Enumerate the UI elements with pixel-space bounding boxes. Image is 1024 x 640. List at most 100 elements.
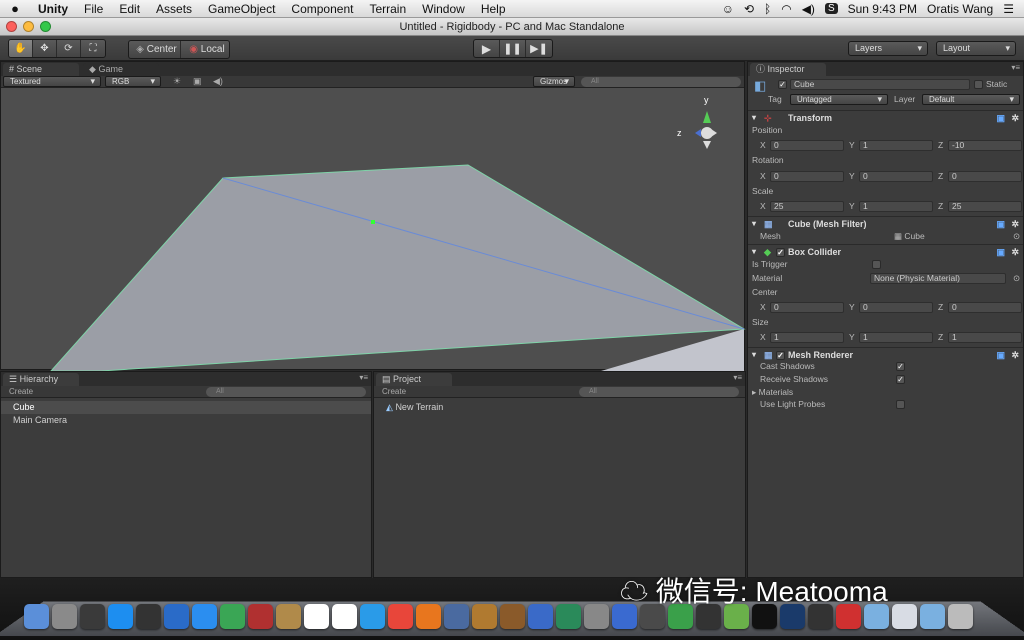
time-machine-icon[interactable]: ⟲ (744, 2, 754, 16)
wifi-icon[interactable]: ◠ (781, 2, 791, 16)
rotation-y-field[interactable]: 0 (859, 171, 933, 182)
foldout-arrow-icon[interactable]: ▾ (752, 348, 756, 362)
tab-inspector[interactable]: ⓘ Inspector (750, 63, 826, 76)
position-y-field[interactable]: 1 (859, 140, 933, 151)
mesh-renderer-enabled-checkbox[interactable]: ✓ (776, 351, 785, 360)
color-mode-dropdown[interactable]: RGB (105, 76, 161, 87)
help-icon[interactable]: ▣ (996, 217, 1005, 231)
rotation-x-field[interactable]: 0 (770, 171, 844, 182)
layout-dropdown[interactable]: Layout (936, 41, 1016, 56)
contacts-icon[interactable] (276, 604, 301, 629)
move-tool-icon[interactable]: ✥ (33, 40, 57, 57)
appstore-icon[interactable] (108, 604, 133, 629)
launchpad-icon[interactable] (52, 604, 77, 629)
dashboard-icon[interactable] (80, 604, 105, 629)
menu-file[interactable]: File (76, 2, 111, 16)
mesh-renderer-header[interactable]: ▾ ▦ ✓ Mesh Renderer ▣ ✲ (748, 347, 1023, 362)
finder-status-icon[interactable]: ☺ (722, 2, 734, 16)
layer-dropdown[interactable]: Default (922, 94, 1020, 105)
gizmos-dropdown[interactable]: Gizmos (533, 76, 575, 87)
scale-x-field[interactable]: 25 (770, 201, 844, 212)
scene-search-input[interactable]: All (581, 77, 741, 87)
systemprefs-icon[interactable] (584, 604, 609, 629)
gear-icon[interactable]: ✲ (1011, 245, 1019, 259)
itunes-icon[interactable] (360, 604, 385, 629)
pivot-point[interactable] (371, 220, 375, 224)
object-picker-icon[interactable]: ⊙ (1013, 231, 1020, 242)
hand-tool-icon[interactable]: ✋ (9, 40, 33, 57)
box-collider-header[interactable]: ▾ ◆ ✓ Box Collider ▣ ✲ (748, 244, 1023, 259)
xcode-icon[interactable] (528, 604, 553, 629)
hierarchy-item-main-camera[interactable]: Main Camera (1, 414, 371, 427)
gear-icon[interactable]: ✲ (1011, 348, 1019, 362)
receive-shadows-checkbox[interactable]: ✓ (896, 375, 905, 384)
facetime-icon[interactable] (220, 604, 245, 629)
scale-tool-icon[interactable]: ⛶ (81, 40, 105, 57)
garageband-icon[interactable] (472, 604, 497, 629)
mesh-filter-header[interactable]: ▾ ▦ Cube (Mesh Filter) ▣ ✲ (748, 216, 1023, 231)
tab-game[interactable]: ◆ Game (83, 63, 159, 76)
gear-icon[interactable]: ✲ (1011, 217, 1019, 231)
foldout-arrow-icon[interactable]: ▾ (752, 111, 756, 125)
foldout-arrow-icon[interactable]: ▾ (752, 245, 756, 259)
tab-hierarchy[interactable]: ☰ Hierarchy (3, 373, 79, 386)
lighting-toggle-icon[interactable]: ☀ (173, 76, 181, 87)
physic-material-field[interactable]: None (Physic Material) (870, 273, 1006, 284)
skype-icon[interactable]: S (824, 3, 838, 14)
box-collider-enabled-checkbox[interactable]: ✓ (776, 248, 785, 257)
size-z-field[interactable]: 1 (948, 332, 1022, 343)
menu-component[interactable]: Component (283, 2, 361, 16)
scene-orientation-gizmo[interactable]: y z (677, 95, 717, 149)
apple-menu-icon[interactable]: ● (0, 1, 30, 16)
scale-z-field[interactable]: 25 (948, 201, 1022, 212)
project-item-new-terrain[interactable]: ◭ New Terrain (374, 401, 745, 414)
calendar-icon[interactable] (304, 604, 329, 629)
center-z-field[interactable]: 0 (948, 302, 1022, 313)
firefox-icon[interactable] (416, 604, 441, 629)
foldout-arrow-icon[interactable]: ▸ (752, 387, 756, 397)
gameobject-active-checkbox[interactable]: ✓ (778, 80, 787, 89)
panel-menu-icon[interactable]: ▾≡ (1011, 63, 1020, 72)
panel-menu-icon[interactable]: ▾≡ (359, 373, 368, 382)
center-x-field[interactable]: 0 (770, 302, 844, 313)
cast-shadows-checkbox[interactable]: ✓ (896, 362, 905, 371)
zoom-window-icon[interactable] (40, 21, 51, 32)
scene-viewport[interactable]: y z (1, 89, 746, 371)
gear-icon[interactable]: ✲ (1011, 111, 1019, 125)
help-icon[interactable]: ▣ (996, 111, 1005, 125)
menubar-clock[interactable]: Sun 9:43 PM (848, 2, 917, 16)
safari-icon[interactable] (192, 604, 217, 629)
object-picker-icon[interactable]: ⊙ (1013, 273, 1020, 284)
menu-gameobject[interactable]: GameObject (200, 2, 283, 16)
layers-dropdown[interactable]: Layers (848, 41, 928, 56)
docs-icon[interactable] (892, 604, 917, 629)
materials-foldout[interactable]: ▸ Materials (752, 387, 793, 398)
panel-menu-icon[interactable]: ▾≡ (733, 373, 742, 382)
static-checkbox[interactable] (974, 80, 983, 89)
photobooth-icon[interactable] (248, 604, 273, 629)
chrome-icon[interactable] (388, 604, 413, 629)
foldout-arrow-icon[interactable]: ▾ (752, 217, 756, 231)
position-x-field[interactable]: 0 (770, 140, 844, 151)
close-window-icon[interactable] (6, 21, 17, 32)
project-search-input[interactable]: All (579, 387, 739, 397)
menubar-user[interactable]: Oratis Wang (927, 2, 993, 16)
reminders-icon[interactable] (332, 604, 357, 629)
audio-toggle-icon[interactable]: ◀) (213, 76, 223, 87)
image-toggle-icon[interactable]: ▣ (193, 76, 202, 87)
iphoto-icon[interactable] (444, 604, 469, 629)
menu-terrain[interactable]: Terrain (361, 2, 414, 16)
hierarchy-item-cube[interactable]: Cube (1, 401, 371, 414)
light-probes-checkbox[interactable] (896, 400, 905, 409)
finder-icon[interactable] (24, 604, 49, 629)
tab-scene[interactable]: # Scene (3, 63, 79, 76)
scale-y-field[interactable]: 1 (859, 201, 933, 212)
hierarchy-create-button[interactable]: Create (9, 387, 33, 396)
is-trigger-checkbox[interactable] (872, 260, 881, 269)
size-x-field[interactable]: 1 (770, 332, 844, 343)
downloads-icon[interactable] (920, 604, 945, 629)
compass-icon[interactable] (136, 604, 161, 629)
tag-dropdown[interactable]: Untagged (790, 94, 888, 105)
menu-assets[interactable]: Assets (148, 2, 200, 16)
cube-mesh[interactable] (50, 164, 746, 371)
